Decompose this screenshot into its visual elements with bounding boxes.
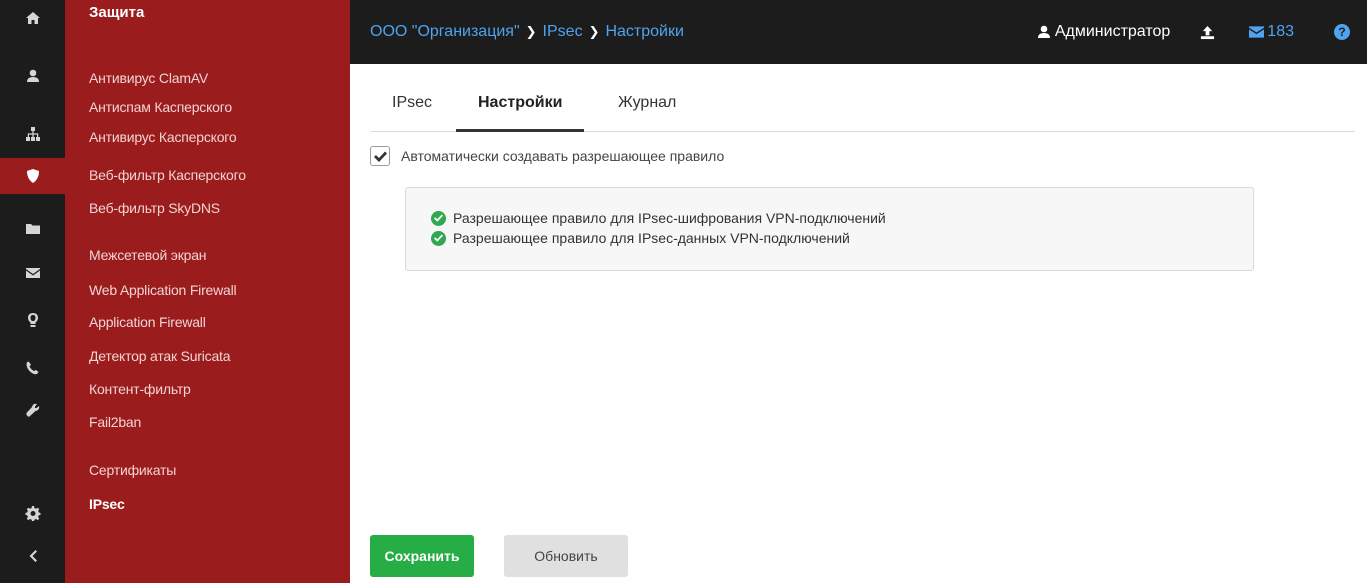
- app-window: Защита Антивирус ClamAV Антиспам Касперс…: [0, 0, 1367, 583]
- submenu-item-kaspersky-antispam[interactable]: Антиспам Касперского: [89, 96, 232, 118]
- auto-rule-label: Автоматически создавать разрешающее прав…: [401, 148, 725, 164]
- breadcrumb: ООО "Организация" ❯ IPsec ❯ Настройки: [370, 0, 684, 64]
- check-circle-icon: [431, 230, 446, 246]
- top-bar-actions: Администратор 183 ?: [1036, 0, 1367, 64]
- checkmark-icon: [373, 151, 387, 162]
- submenu-item-app-firewall[interactable]: Application Firewall: [89, 311, 206, 333]
- rule-item: Разрешающее правило для IPsec-шифрования…: [431, 208, 1253, 228]
- folder-icon[interactable]: [0, 211, 65, 247]
- submenu-item-fail2ban[interactable]: Fail2ban: [89, 411, 141, 433]
- submenu-item-content-filter[interactable]: Контент-фильтр: [89, 378, 191, 400]
- chevron-left-icon[interactable]: [0, 538, 65, 574]
- save-button[interactable]: Сохранить: [370, 535, 474, 577]
- section-submenu: Защита Антивирус ClamAV Антиспам Касперс…: [65, 0, 350, 583]
- rule-text: Разрешающее правило для IPsec-данных VPN…: [453, 230, 850, 246]
- rule-item: Разрешающее правило для IPsec-данных VPN…: [431, 228, 1253, 248]
- shield-icon[interactable]: [0, 158, 65, 194]
- breadcrumb-organization[interactable]: ООО "Организация": [370, 23, 520, 41]
- tab-ipsec[interactable]: IPsec: [370, 88, 454, 132]
- breadcrumb-settings[interactable]: Настройки: [605, 23, 683, 41]
- submenu-item-kaspersky-antivirus[interactable]: Антивирус Касперского: [89, 126, 237, 148]
- home-icon[interactable]: [0, 0, 65, 36]
- tab-journal[interactable]: Журнал: [596, 88, 698, 132]
- chevron-right-icon: ❯: [588, 24, 600, 39]
- user-icon[interactable]: [0, 58, 65, 94]
- rule-text: Разрешающее правило для IPsec-шифрования…: [453, 210, 886, 226]
- submenu-item-clamav[interactable]: Антивирус ClamAV: [89, 67, 208, 89]
- upload-button[interactable]: [1200, 25, 1215, 40]
- lightbulb-icon[interactable]: [0, 302, 65, 338]
- chevron-right-icon: ❯: [525, 24, 537, 39]
- submenu-title: Защита: [89, 4, 145, 21]
- user-name: Администратор: [1054, 23, 1171, 40]
- auto-rule-checkbox[interactable]: [370, 146, 390, 166]
- envelope-icon: [1249, 26, 1265, 38]
- help-icon[interactable]: ?: [1334, 24, 1350, 40]
- envelope-icon[interactable]: [0, 255, 65, 291]
- top-bar: ООО "Организация" ❯ IPsec ❯ Настройки Ад…: [350, 0, 1367, 64]
- wrench-icon[interactable]: [0, 392, 65, 428]
- submenu-item-skydns[interactable]: Веб-фильтр SkyDNS: [89, 197, 220, 219]
- messages-count: 183: [1267, 23, 1294, 40]
- rules-info-box: Разрешающее правило для IPsec-шифрования…: [405, 187, 1254, 271]
- upload-icon: [1201, 25, 1215, 39]
- submenu-item-firewall[interactable]: Межсетевой экран: [89, 244, 207, 266]
- submenu-item-ipsec[interactable]: IPsec: [89, 493, 125, 515]
- gear-icon[interactable]: [0, 495, 65, 531]
- user-icon: [1037, 25, 1050, 38]
- submenu-item-certificates[interactable]: Сертификаты: [89, 459, 176, 481]
- auto-rule-option[interactable]: Автоматически создавать разрешающее прав…: [370, 146, 724, 166]
- submenu-item-kaspersky-webfilter[interactable]: Веб-фильтр Касперского: [89, 164, 246, 186]
- breadcrumb-ipsec[interactable]: IPsec: [543, 23, 583, 41]
- network-icon[interactable]: [0, 116, 65, 152]
- main-content: ООО "Организация" ❯ IPsec ❯ Настройки Ад…: [350, 0, 1367, 583]
- icon-sidebar: [0, 0, 65, 583]
- refresh-button[interactable]: Обновить: [504, 535, 628, 577]
- user-menu[interactable]: Администратор: [1036, 23, 1170, 41]
- check-circle-icon: [431, 210, 446, 226]
- submenu-item-suricata[interactable]: Детектор атак Suricata: [89, 345, 231, 367]
- submenu-item-waf[interactable]: Web Application Firewall: [89, 279, 237, 301]
- messages-button[interactable]: 183: [1249, 23, 1294, 41]
- tab-settings[interactable]: Настройки: [456, 88, 585, 132]
- tab-bar: IPsec Настройки Журнал: [370, 88, 1355, 132]
- phone-icon[interactable]: [0, 350, 65, 386]
